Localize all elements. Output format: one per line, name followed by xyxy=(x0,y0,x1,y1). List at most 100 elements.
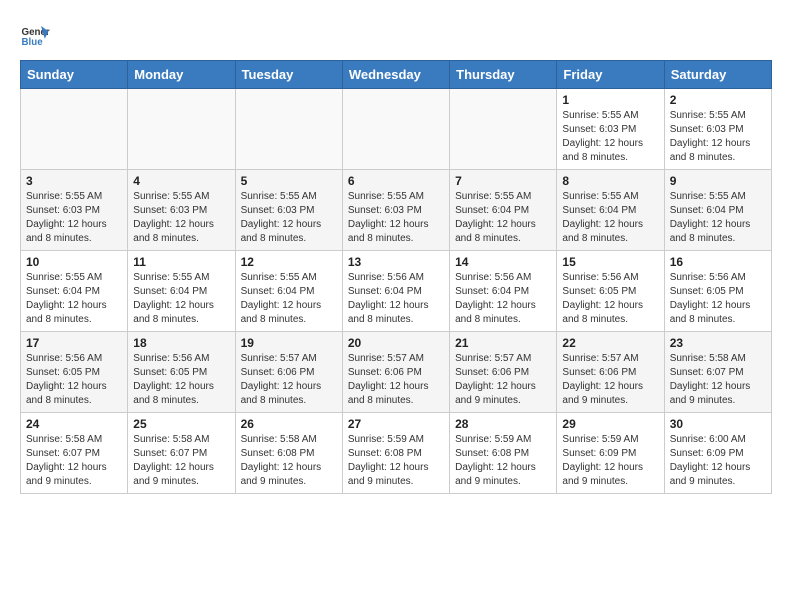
header-day-thursday: Thursday xyxy=(450,61,557,89)
day-info: Sunrise: 5:58 AM Sunset: 6:07 PM Dayligh… xyxy=(670,352,766,408)
calendar-cell: 17 Sunrise: 5:56 AM Sunset: 6:05 PM Dayli… xyxy=(21,332,128,413)
day-info: Sunrise: 5:55 AM Sunset: 6:04 PM Dayligh… xyxy=(670,190,766,246)
svg-text:Blue: Blue xyxy=(22,37,44,48)
day-number: 26 xyxy=(241,417,337,431)
calendar-cell: 19 Sunrise: 5:57 AM Sunset: 6:06 PM Dayli… xyxy=(235,332,342,413)
day-number: 10 xyxy=(26,255,122,269)
day-info: Sunrise: 5:56 AM Sunset: 6:04 PM Dayligh… xyxy=(348,271,444,327)
day-number: 2 xyxy=(670,93,766,107)
calendar-cell: 4Sunrise: 5:55 AM Sunset: 6:03 PM Daylig… xyxy=(128,170,235,251)
day-number: 12 xyxy=(241,255,337,269)
day-number: 22 xyxy=(562,336,658,350)
calendar-cell: 29 Sunrise: 5:59 AM Sunset: 6:09 PM Dayli… xyxy=(557,413,664,494)
calendar-cell: 10 Sunrise: 5:55 AM Sunset: 6:04 PM Dayli… xyxy=(21,251,128,332)
calendar-week-1: 3 Sunrise: 5:55 AM Sunset: 6:03 PM Daylig… xyxy=(21,170,772,251)
day-info: Sunrise: 5:56 AM Sunset: 6:05 PM Dayligh… xyxy=(133,352,229,408)
day-info: Sunrise: 5:59 AM Sunset: 6:08 PM Dayligh… xyxy=(348,433,444,489)
header-day-wednesday: Wednesday xyxy=(342,61,449,89)
day-number: 5 xyxy=(241,174,337,188)
calendar-cell: 16 Sunrise: 5:56 AM Sunset: 6:05 PM Dayli… xyxy=(664,251,771,332)
calendar-cell xyxy=(235,89,342,170)
day-info: Sunrise: 5:58 AM Sunset: 6:08 PM Dayligh… xyxy=(241,433,337,489)
calendar-cell: 25 Sunrise: 5:58 AM Sunset: 6:07 PM Dayli… xyxy=(128,413,235,494)
day-number: 28 xyxy=(455,417,551,431)
day-number: 6 xyxy=(348,174,444,188)
day-number: 15 xyxy=(562,255,658,269)
day-number: 20 xyxy=(348,336,444,350)
calendar-week-4: 24 Sunrise: 5:58 AM Sunset: 6:07 PM Dayli… xyxy=(21,413,772,494)
day-info: Sunrise: 5:58 AM Sunset: 6:07 PM Dayligh… xyxy=(133,433,229,489)
calendar-cell: 26 Sunrise: 5:58 AM Sunset: 6:08 PM Dayli… xyxy=(235,413,342,494)
calendar-cell: 15 Sunrise: 5:56 AM Sunset: 6:05 PM Dayli… xyxy=(557,251,664,332)
day-number: 8 xyxy=(562,174,658,188)
calendar-cell xyxy=(342,89,449,170)
calendar-cell: 21 Sunrise: 5:57 AM Sunset: 6:06 PM Dayli… xyxy=(450,332,557,413)
day-number: 23 xyxy=(670,336,766,350)
day-info: Sunrise: 5:56 AM Sunset: 6:05 PM Dayligh… xyxy=(670,271,766,327)
day-info: Sunrise: 5:57 AM Sunset: 6:06 PM Dayligh… xyxy=(455,352,551,408)
day-info: Sunrise: 5:56 AM Sunset: 6:05 PM Dayligh… xyxy=(26,352,122,408)
day-number: 30 xyxy=(670,417,766,431)
calendar-cell: 1 Sunrise: 5:55 AM Sunset: 6:03 PM Daylig… xyxy=(557,89,664,170)
day-number: 3 xyxy=(26,174,122,188)
header-day-sunday: Sunday xyxy=(21,61,128,89)
day-number: 21 xyxy=(455,336,551,350)
day-number: 24 xyxy=(26,417,122,431)
calendar-cell: 24Sunrise: 5:58 AM Sunset: 6:07 PM Dayli… xyxy=(21,413,128,494)
calendar-cell: 12Sunrise: 5:55 AM Sunset: 6:04 PM Dayli… xyxy=(235,251,342,332)
day-info: Sunrise: 5:55 AM Sunset: 6:03 PM Dayligh… xyxy=(133,190,229,246)
header-row: SundayMondayTuesdayWednesdayThursdayFrid… xyxy=(21,61,772,89)
calendar-cell: 7 Sunrise: 5:55 AM Sunset: 6:04 PM Daylig… xyxy=(450,170,557,251)
calendar-cell: 27Sunrise: 5:59 AM Sunset: 6:08 PM Dayli… xyxy=(342,413,449,494)
header-day-tuesday: Tuesday xyxy=(235,61,342,89)
calendar-body: 1 Sunrise: 5:55 AM Sunset: 6:03 PM Daylig… xyxy=(21,89,772,494)
day-info: Sunrise: 5:55 AM Sunset: 6:03 PM Dayligh… xyxy=(562,109,658,165)
header-day-monday: Monday xyxy=(128,61,235,89)
calendar-cell: 14Sunrise: 5:56 AM Sunset: 6:04 PM Dayli… xyxy=(450,251,557,332)
day-info: Sunrise: 5:55 AM Sunset: 6:04 PM Dayligh… xyxy=(455,190,551,246)
day-number: 14 xyxy=(455,255,551,269)
calendar-cell: 5Sunrise: 5:55 AM Sunset: 6:03 PM Daylig… xyxy=(235,170,342,251)
day-number: 9 xyxy=(670,174,766,188)
day-info: Sunrise: 5:56 AM Sunset: 6:05 PM Dayligh… xyxy=(562,271,658,327)
day-number: 1 xyxy=(562,93,658,107)
day-number: 17 xyxy=(26,336,122,350)
page-header: General Blue xyxy=(20,20,772,50)
day-number: 25 xyxy=(133,417,229,431)
calendar-table: SundayMondayTuesdayWednesdayThursdayFrid… xyxy=(20,60,772,494)
calendar-cell: 22 Sunrise: 5:57 AM Sunset: 6:06 PM Dayli… xyxy=(557,332,664,413)
day-info: Sunrise: 5:57 AM Sunset: 6:06 PM Dayligh… xyxy=(348,352,444,408)
calendar-cell: 11Sunrise: 5:55 AM Sunset: 6:04 PM Dayli… xyxy=(128,251,235,332)
header-day-friday: Friday xyxy=(557,61,664,89)
day-number: 13 xyxy=(348,255,444,269)
calendar-cell: 18 Sunrise: 5:56 AM Sunset: 6:05 PM Dayli… xyxy=(128,332,235,413)
calendar-cell: 28 Sunrise: 5:59 AM Sunset: 6:08 PM Dayli… xyxy=(450,413,557,494)
day-number: 7 xyxy=(455,174,551,188)
logo-icon: General Blue xyxy=(20,20,50,50)
day-info: Sunrise: 5:55 AM Sunset: 6:03 PM Dayligh… xyxy=(26,190,122,246)
calendar-week-2: 10 Sunrise: 5:55 AM Sunset: 6:04 PM Dayli… xyxy=(21,251,772,332)
day-number: 18 xyxy=(133,336,229,350)
day-info: Sunrise: 6:00 AM Sunset: 6:09 PM Dayligh… xyxy=(670,433,766,489)
day-number: 16 xyxy=(670,255,766,269)
calendar-cell: 3 Sunrise: 5:55 AM Sunset: 6:03 PM Daylig… xyxy=(21,170,128,251)
calendar-cell xyxy=(450,89,557,170)
day-info: Sunrise: 5:57 AM Sunset: 6:06 PM Dayligh… xyxy=(562,352,658,408)
day-number: 19 xyxy=(241,336,337,350)
calendar-cell: 13 Sunrise: 5:56 AM Sunset: 6:04 PM Dayli… xyxy=(342,251,449,332)
calendar-cell: 20 Sunrise: 5:57 AM Sunset: 6:06 PM Dayli… xyxy=(342,332,449,413)
logo: General Blue xyxy=(20,20,50,50)
day-info: Sunrise: 5:57 AM Sunset: 6:06 PM Dayligh… xyxy=(241,352,337,408)
day-number: 29 xyxy=(562,417,658,431)
calendar-cell xyxy=(21,89,128,170)
calendar-cell: 6Sunrise: 5:55 AM Sunset: 6:03 PM Daylig… xyxy=(342,170,449,251)
day-info: Sunrise: 5:59 AM Sunset: 6:09 PM Dayligh… xyxy=(562,433,658,489)
calendar-cell: 2 Sunrise: 5:55 AM Sunset: 6:03 PM Daylig… xyxy=(664,89,771,170)
day-info: Sunrise: 5:55 AM Sunset: 6:03 PM Dayligh… xyxy=(670,109,766,165)
calendar-cell xyxy=(128,89,235,170)
calendar-header: SundayMondayTuesdayWednesdayThursdayFrid… xyxy=(21,61,772,89)
day-info: Sunrise: 5:59 AM Sunset: 6:08 PM Dayligh… xyxy=(455,433,551,489)
day-info: Sunrise: 5:55 AM Sunset: 6:04 PM Dayligh… xyxy=(26,271,122,327)
calendar-week-0: 1 Sunrise: 5:55 AM Sunset: 6:03 PM Daylig… xyxy=(21,89,772,170)
day-number: 11 xyxy=(133,255,229,269)
